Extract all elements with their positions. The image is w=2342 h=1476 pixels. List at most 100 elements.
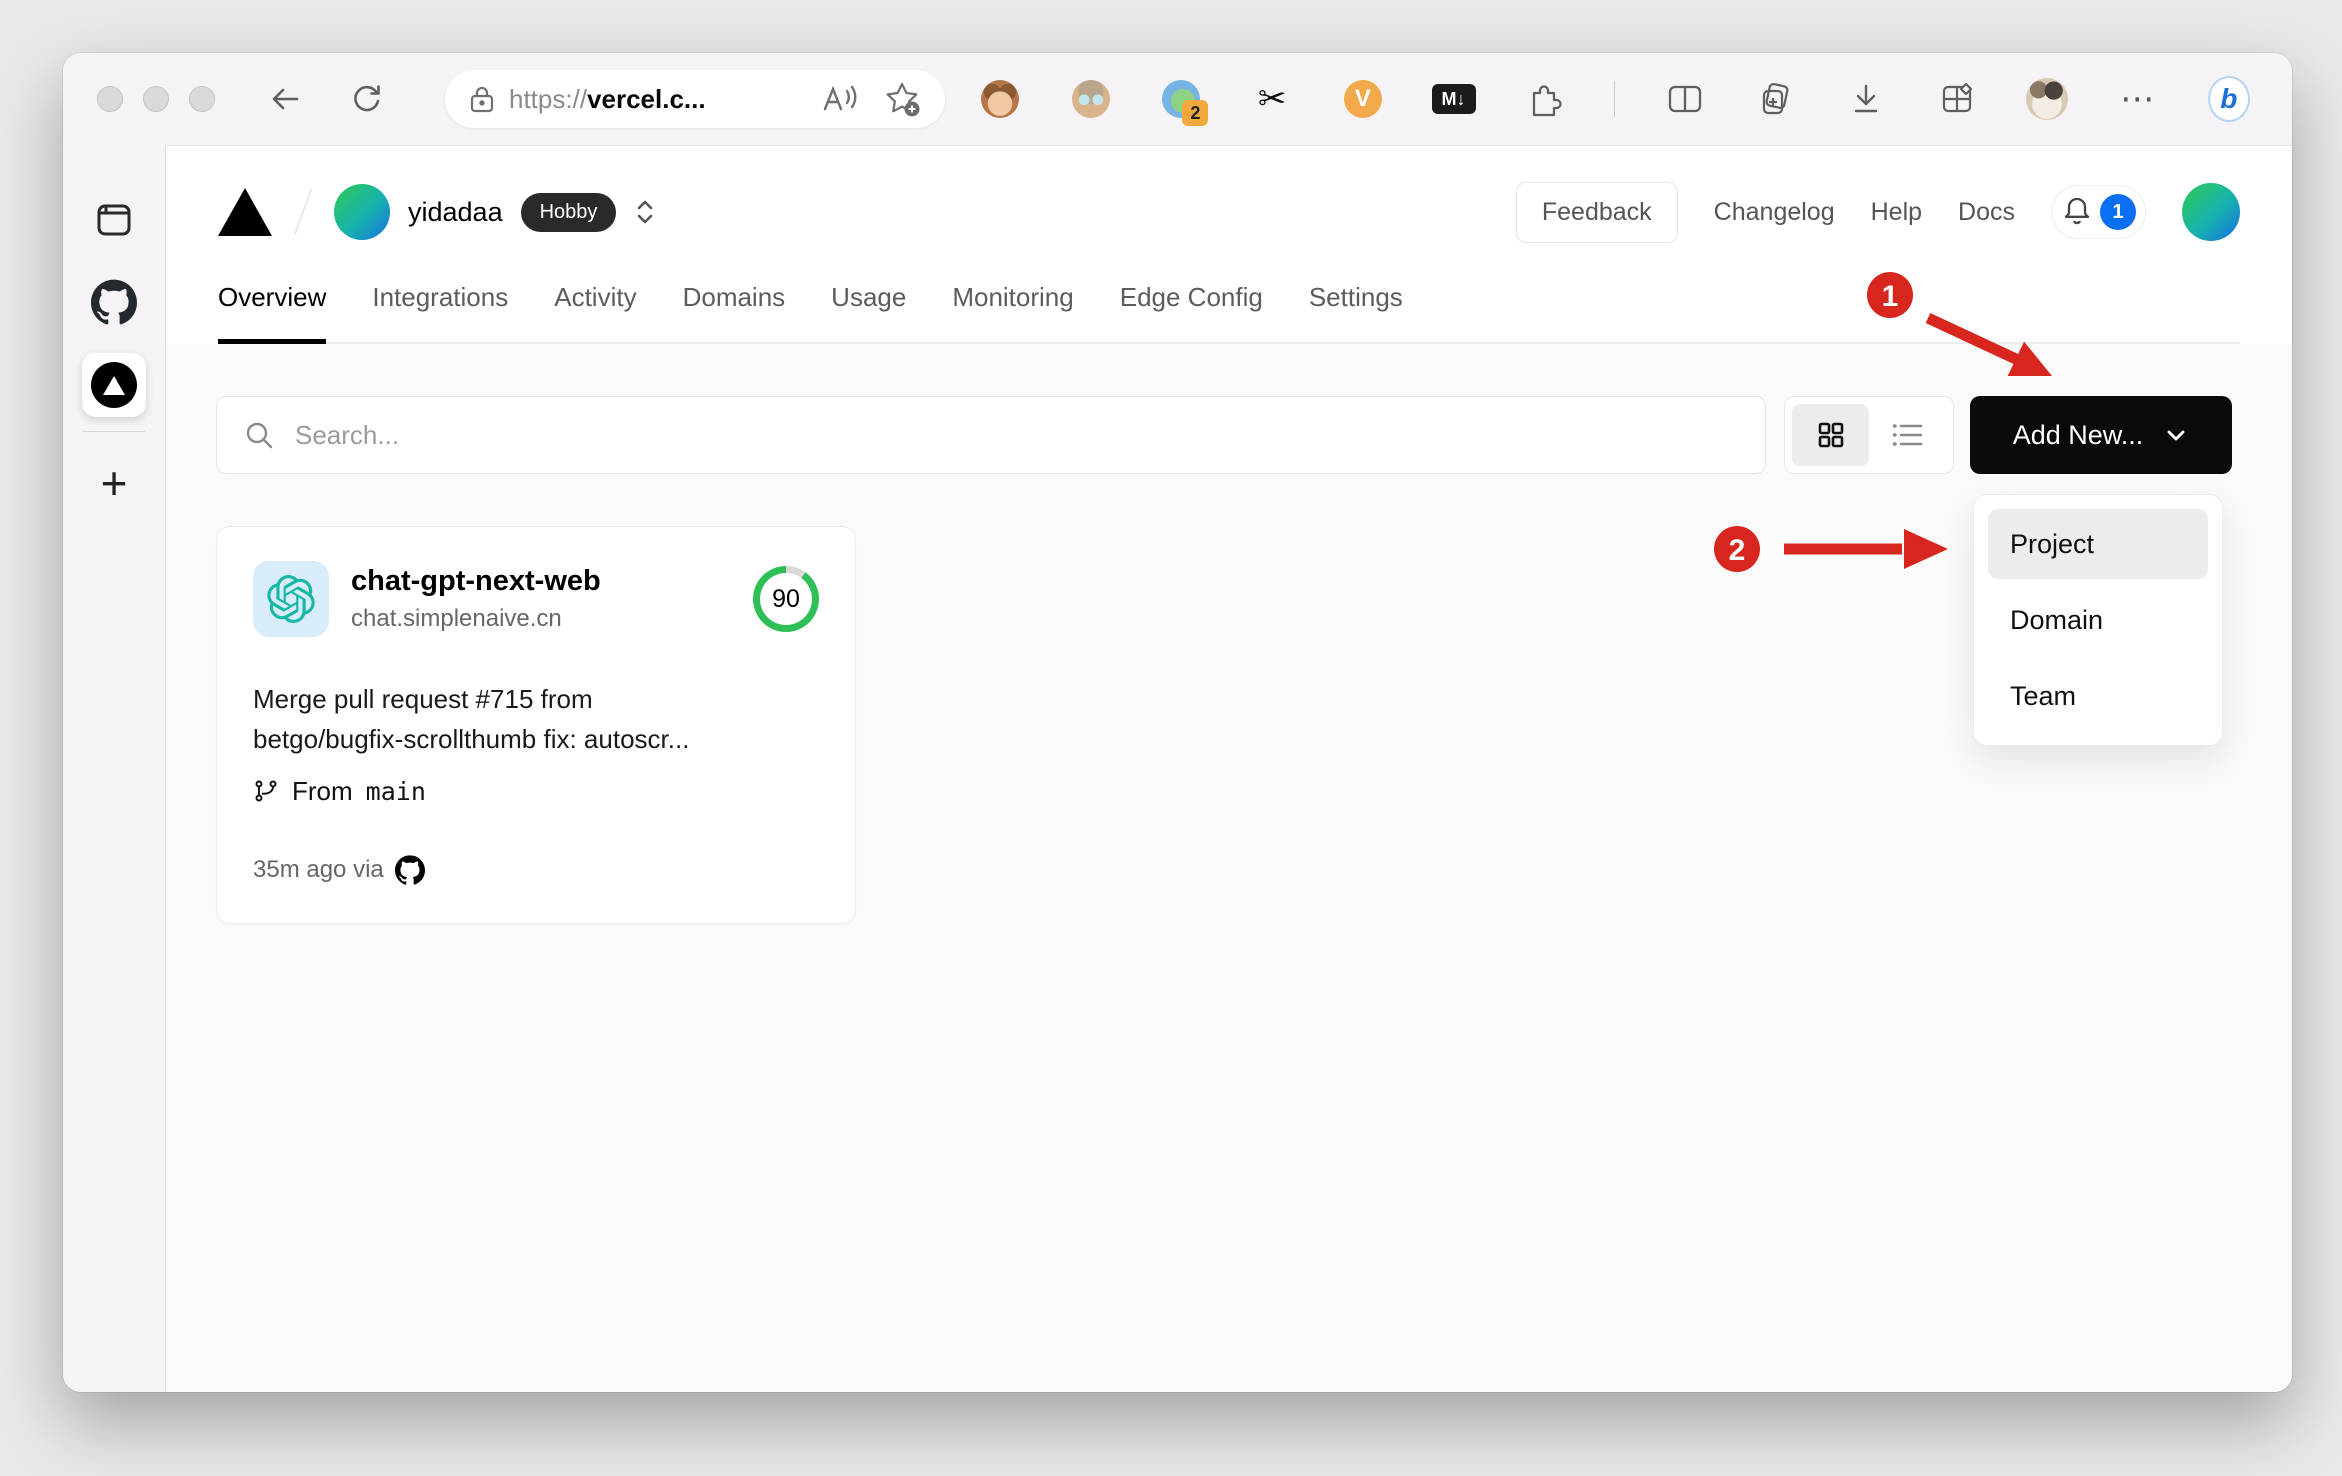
puzzle-icon	[1533, 85, 1562, 117]
extensions-menu-button[interactable]	[1523, 78, 1565, 120]
notification-badge: 1	[2100, 194, 2136, 230]
nav-link-docs[interactable]: Docs	[1958, 198, 2015, 227]
grid-view-button[interactable]	[1792, 404, 1869, 466]
project-card[interactable]: chat-gpt-next-web chat.simplenaive.cn 90…	[216, 526, 856, 924]
search-box	[216, 396, 1766, 474]
back-arrow-icon	[272, 88, 299, 110]
grid-view-icon	[1818, 422, 1843, 448]
traffic-lights	[97, 86, 215, 112]
team-avatar[interactable]	[334, 184, 390, 240]
markdown-extension-icon[interactable]: M↓	[1431, 78, 1476, 120]
feedback-button[interactable]: Feedback	[1515, 181, 1678, 243]
deployment-meta: 35m ago via	[253, 854, 819, 885]
add-new-label: Add New...	[2012, 419, 2144, 450]
team-name[interactable]: yidadaa	[408, 197, 503, 228]
bing-chat-button[interactable]: b	[2207, 76, 2250, 122]
site-header: yidadaa Hobby Feedback Changelog Help Do…	[166, 146, 2292, 344]
deployed-time: 35m ago via	[253, 855, 384, 883]
dropdown-item-team[interactable]: Team	[1988, 661, 2208, 731]
vercel-logo[interactable]	[218, 188, 272, 236]
toggle-vertical-tabs-button[interactable]	[83, 189, 145, 251]
url-scheme: https://	[509, 83, 588, 114]
list-view-icon	[1892, 424, 1922, 446]
user-avatar[interactable]	[2182, 183, 2240, 241]
tab-pane-icon	[97, 204, 131, 236]
profile-avatar	[2026, 78, 2069, 120]
branch-line: From main	[253, 776, 819, 807]
team-switcher-button[interactable]	[632, 194, 658, 230]
clipper-extension-icon[interactable]: ✂	[1251, 78, 1293, 120]
collections-button[interactable]	[1754, 78, 1796, 120]
add-new-dropdown: Project Domain Team	[1973, 494, 2223, 746]
add-new-button[interactable]: Add New...	[1970, 396, 2232, 474]
extension-badge: 2	[1182, 100, 1209, 126]
plan-badge: Hobby	[520, 192, 617, 232]
url-host: vercel.c...	[587, 83, 706, 114]
tab-monitoring[interactable]: Monitoring	[952, 278, 1073, 342]
vercel-page: yidadaa Hobby Feedback Changelog Help Do…	[165, 145, 2292, 1392]
tab-github[interactable]	[83, 271, 145, 333]
reload-button[interactable]	[349, 81, 385, 117]
favorite-star-icon[interactable]	[883, 80, 921, 118]
read-aloud-icon[interactable]	[821, 83, 861, 115]
granny-extension-icon[interactable]	[1070, 78, 1112, 120]
search-input[interactable]	[293, 418, 1739, 452]
tampermonkey-extension-icon[interactable]	[979, 78, 1021, 120]
project-domain[interactable]: chat.simplenaive.cn	[351, 605, 601, 633]
tab-integrations[interactable]: Integrations	[372, 278, 508, 342]
dropdown-item-domain[interactable]: Domain	[1988, 585, 2208, 655]
bell-icon	[2064, 197, 2090, 225]
v-extension-icon[interactable]: V	[1342, 78, 1384, 120]
tab-overview[interactable]: Overview	[218, 278, 327, 344]
project-favicon	[253, 561, 329, 637]
ellipsis-icon: ⋯	[2120, 80, 2157, 118]
github-icon	[394, 854, 425, 885]
close-window-button[interactable]	[97, 86, 123, 112]
project-name[interactable]: chat-gpt-next-web	[351, 565, 601, 598]
workspaces-button[interactable]	[1936, 78, 1978, 120]
tab-edge-config[interactable]: Edge Config	[1120, 278, 1263, 342]
tab-settings[interactable]: Settings	[1309, 278, 1403, 342]
minimize-window-button[interactable]	[143, 86, 169, 112]
new-tab-button[interactable]: +	[83, 452, 145, 514]
git-branch-icon	[255, 780, 277, 802]
chevron-down-icon	[2167, 430, 2185, 441]
reload-icon	[354, 85, 380, 112]
openai-icon	[267, 575, 315, 623]
tab-domains[interactable]: Domains	[683, 278, 786, 342]
address-bar[interactable]: https://vercel.c...	[445, 70, 945, 128]
settings-menu-button[interactable]: ⋯	[2117, 78, 2159, 120]
overview-main: Add New... chat-gpt-next-web chat.simple…	[166, 344, 2292, 1392]
github-icon	[91, 279, 137, 325]
notifications-button[interactable]: 1	[2051, 185, 2146, 239]
nav-link-changelog[interactable]: Changelog	[1714, 198, 1835, 227]
zoom-window-button[interactable]	[189, 86, 215, 112]
scissors-icon: ✂	[1257, 80, 1287, 118]
workspaces-icon	[1942, 82, 1972, 113]
view-toggle	[1784, 396, 1954, 474]
profile-button[interactable]	[2026, 78, 2069, 120]
sidebar-divider	[83, 431, 145, 432]
tab-usage[interactable]: Usage	[831, 278, 906, 342]
dashboard-tabs: Overview Integrations Activity Domains U…	[218, 278, 2240, 344]
list-view-button[interactable]	[1869, 404, 1946, 466]
browser-sidebar: +	[63, 145, 165, 1392]
monkey-icon	[981, 80, 1019, 118]
speed-score-ring[interactable]: 90	[753, 566, 819, 632]
tab-activity[interactable]: Activity	[554, 278, 636, 342]
nav-link-help[interactable]: Help	[1871, 198, 1922, 227]
branch-name: main	[365, 776, 426, 806]
dropdown-item-project[interactable]: Project	[1988, 509, 2208, 579]
split-screen-icon	[1668, 85, 1701, 113]
from-label: From	[292, 775, 353, 806]
proxy-extension-icon[interactable]: 2	[1160, 78, 1209, 126]
v-icon: V	[1343, 80, 1382, 118]
downloads-button[interactable]	[1845, 78, 1887, 120]
back-button[interactable]	[267, 81, 303, 117]
window-body: + yidadaa Hobby Feedback Changelog Help …	[63, 145, 2292, 1392]
tab-vercel-active[interactable]	[82, 353, 146, 417]
split-screen-button[interactable]	[1664, 78, 1706, 120]
plus-icon: +	[100, 457, 128, 509]
granny-icon	[1071, 80, 1110, 118]
toolbar-divider	[1613, 81, 1615, 117]
